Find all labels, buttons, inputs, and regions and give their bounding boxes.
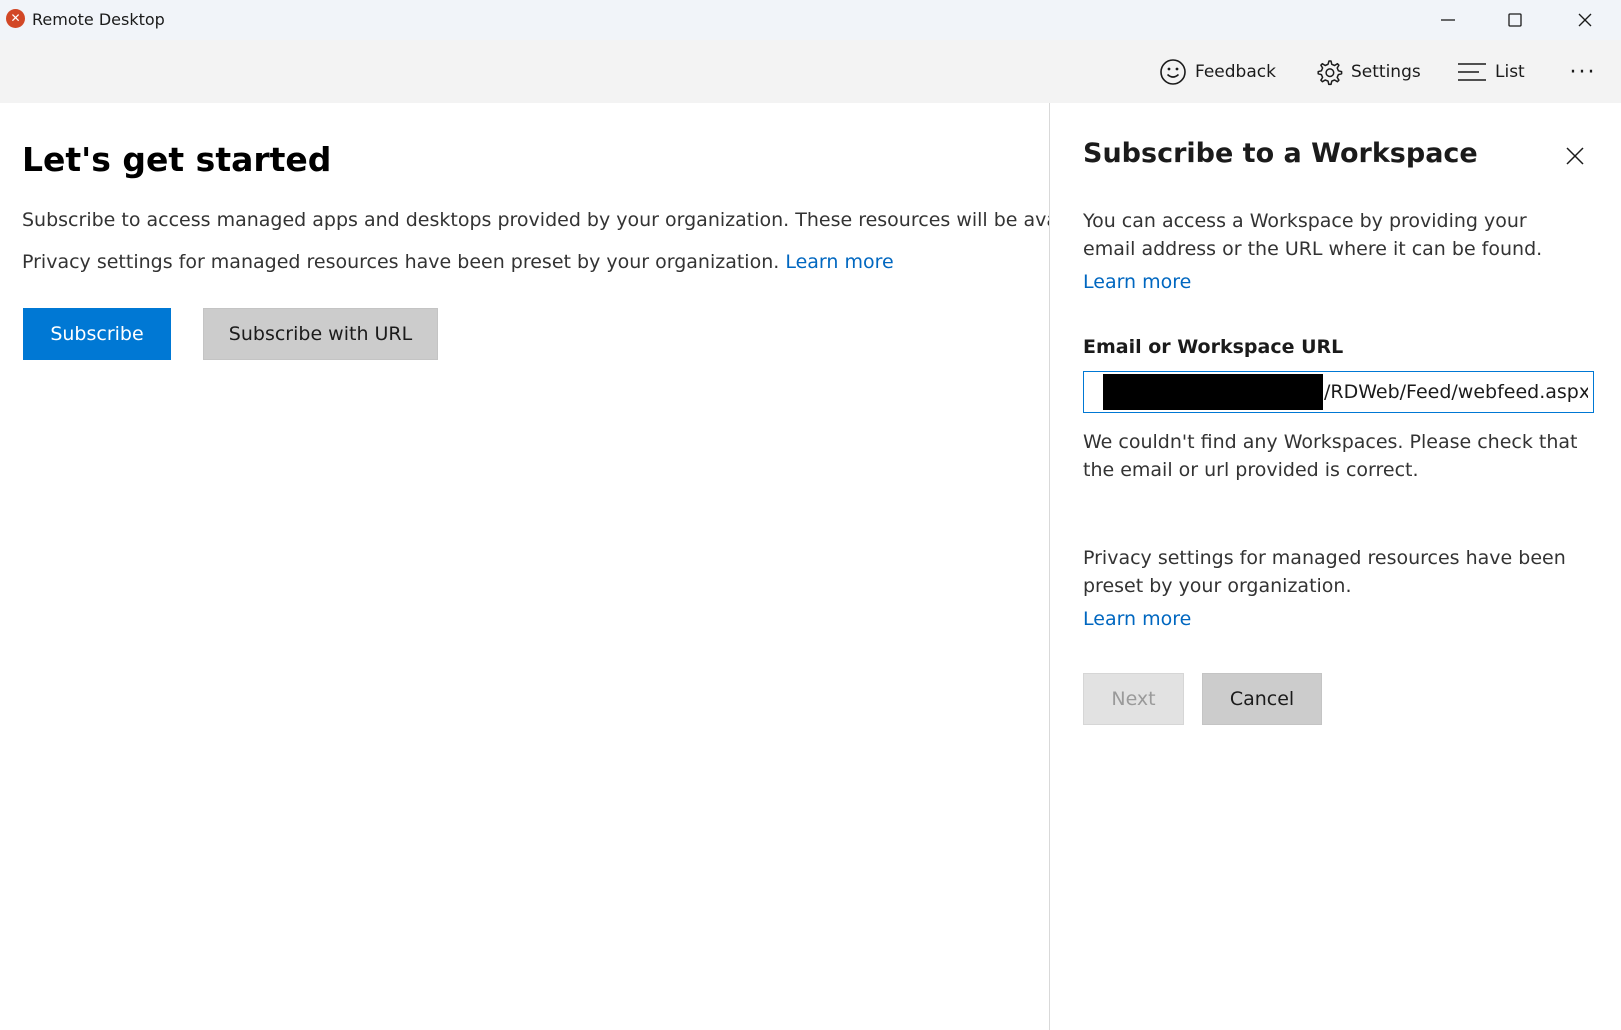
workspace-learn-more-link[interactable]: Learn more — [1083, 271, 1191, 293]
settings-label: Settings — [1351, 62, 1421, 82]
maximize-icon — [1508, 13, 1522, 27]
close-icon — [1578, 13, 1592, 27]
next-button[interactable]: Next — [1083, 673, 1184, 725]
minimize-button[interactable] — [1414, 0, 1482, 40]
close-window-button[interactable] — [1551, 0, 1619, 40]
cancel-button[interactable]: Cancel — [1202, 673, 1322, 725]
privacy-notice: Privacy settings for managed resources h… — [22, 251, 894, 273]
workspace-url-field[interactable] — [1083, 371, 1594, 413]
minimize-icon — [1441, 19, 1455, 21]
remote-desktop-icon: ✕ — [6, 9, 25, 28]
title-bar: ✕ Remote Desktop — [0, 0, 1621, 40]
privacy-text: Privacy settings for managed resources h… — [22, 251, 786, 273]
panel-title: Subscribe to a Workspace — [1083, 138, 1478, 169]
subscribe-button[interactable]: Subscribe — [23, 308, 171, 360]
list-label: List — [1495, 62, 1525, 82]
maximize-button[interactable] — [1481, 0, 1549, 40]
subscribe-with-url-button[interactable]: Subscribe with URL — [203, 308, 438, 360]
panel-intro-text: You can access a Workspace by providing … — [1083, 210, 1543, 260]
list-icon — [1458, 63, 1486, 81]
privacy-learn-more-link-panel[interactable]: Learn more — [1083, 608, 1191, 630]
panel-privacy-text: Privacy settings for managed resources h… — [1083, 547, 1566, 597]
gear-icon — [1317, 60, 1343, 86]
more-icon: ··· — [1569, 59, 1597, 85]
subscribe-workspace-panel: Subscribe to a Workspace You can access … — [1050, 103, 1621, 1030]
privacy-learn-more-link[interactable]: Learn more — [785, 251, 893, 273]
more-options-button[interactable]: ··· — [1565, 54, 1601, 90]
command-bar: Feedback Settings List ··· — [0, 40, 1621, 103]
page-title: Let's get started — [22, 140, 332, 179]
main-content: Let's get started Subscribe to access ma… — [0, 103, 1049, 1030]
feedback-label: Feedback — [1195, 62, 1276, 82]
smiley-icon — [1160, 59, 1186, 85]
feedback-button[interactable]: Feedback — [1159, 54, 1276, 90]
subscribe-description: Subscribe to access managed apps and des… — [22, 209, 1049, 231]
settings-button[interactable]: Settings — [1315, 54, 1421, 90]
workspace-url-label: Email or Workspace URL — [1083, 336, 1344, 358]
app-window: ✕ Remote Desktop Feedback Settings List … — [0, 0, 1621, 1030]
panel-close-button[interactable] — [1560, 141, 1590, 171]
error-message: We couldn't find any Workspaces. Please … — [1083, 431, 1578, 481]
close-icon — [1566, 147, 1584, 165]
list-view-button[interactable]: List — [1457, 54, 1525, 90]
redaction-block — [1103, 374, 1323, 410]
window-title: Remote Desktop — [32, 10, 165, 29]
